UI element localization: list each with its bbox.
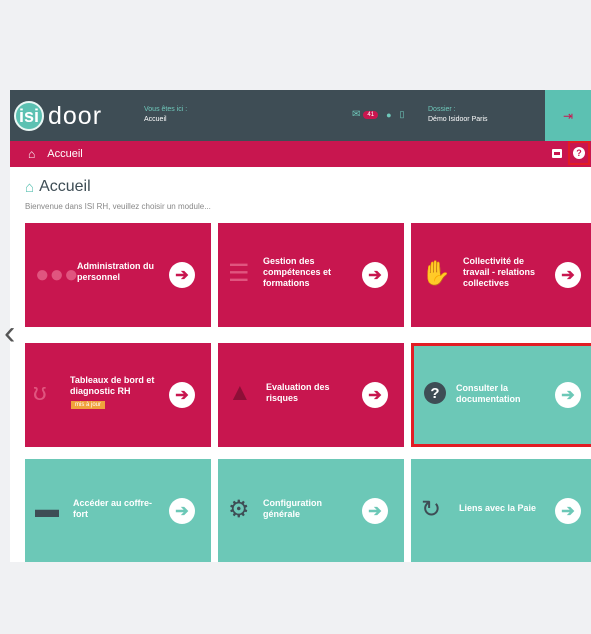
page-title: ⌂ Accueil — [25, 178, 91, 196]
logo-badge: isi — [14, 101, 44, 131]
page-subtitle: Bienvenue dans ISI RH, veuillez choisir … — [25, 202, 211, 211]
location-value: Accueil — [144, 116, 167, 123]
home-icon: ⌂ — [25, 178, 35, 196]
arrow-right-icon: ➔ — [555, 498, 581, 524]
breadcrumb-bar: ⌂ Accueil ? — [10, 141, 591, 167]
message-count-badge: 41 — [363, 110, 379, 119]
logout-icon: ⇥ — [562, 108, 574, 123]
arrow-right-icon: ➔ — [362, 498, 388, 524]
dossier-value: Démo Isidoor Paris — [428, 116, 488, 123]
app-window: isi door Vous êtes ici : Accueil ✉ 41 ● … — [10, 90, 591, 562]
tile-label: Accéder au coffre-fort — [73, 498, 153, 519]
tile-consulter-documentation[interactable]: ? Consulter la documentation ➔ — [411, 343, 591, 447]
tile-label: Liens avec la Paie — [459, 503, 537, 513]
tile-tableaux-de-bord[interactable]: ʊ Tableaux de bord et diagnostic RH mis … — [25, 343, 211, 447]
help-button[interactable]: ? — [568, 141, 590, 165]
tile-liens-paie[interactable]: ↻ Liens avec la Paie ➔ — [411, 459, 591, 562]
tile-administration-personnel[interactable]: ●●● Administration du personnel ➔ — [25, 223, 211, 327]
dossier-info[interactable]: Dossier : Démo Isidoor Paris — [428, 106, 488, 123]
arrow-right-icon: ➔ — [169, 382, 195, 408]
logo-text: door — [48, 101, 103, 130]
folder-icon: ▬ — [35, 496, 59, 523]
page-title-text: Accueil — [39, 178, 91, 195]
tile-label: Administration du personnel — [77, 261, 154, 282]
tile-gestion-competences[interactable]: ☰ Gestion des compétences et formations … — [218, 223, 404, 327]
tile-coffre-fort[interactable]: ▬ Accéder au coffre-fort ➔ — [25, 459, 211, 562]
arrow-right-icon: ➔ — [362, 262, 388, 288]
tile-label: Consulter la documentation — [456, 383, 521, 404]
tile-evaluation-risques[interactable]: ▲ Evaluation des risques ➔ — [218, 343, 404, 447]
arrow-right-icon: ➔ — [169, 498, 195, 524]
dossier-label: Dossier : — [428, 106, 456, 113]
users-icon: ●●● — [35, 261, 79, 288]
logout-button[interactable]: ⇥ — [545, 90, 591, 141]
print-icon[interactable] — [552, 149, 562, 158]
tile-collectivite-travail[interactable]: ✋ Collectivité de travail - relations co… — [411, 223, 591, 327]
stethoscope-icon: ʊ — [33, 379, 47, 406]
tile-label: Configuration générale — [263, 498, 322, 519]
question-icon: ? — [573, 147, 585, 159]
breadcrumb: ⌂ Accueil — [28, 147, 83, 161]
location-label: Vous êtes ici : — [144, 106, 188, 113]
gear-icon: ⚙ — [228, 496, 250, 523]
arrow-right-icon: ➔ — [169, 262, 195, 288]
arrow-right-icon: ➔ — [362, 382, 388, 408]
tile-label: Tableaux de bord et diagnostic RH — [70, 375, 155, 396]
isidoor-logo[interactable]: isi door — [14, 100, 102, 132]
signpost-icon: ☰ — [228, 260, 250, 287]
breadcrumb-label[interactable]: Accueil — [47, 148, 82, 160]
home-icon[interactable]: ⌂ — [28, 147, 35, 161]
header-icons: ✉ 41 ● ▯ — [352, 109, 404, 120]
tile-label: Evaluation des risques — [266, 382, 330, 403]
chevron-left-icon[interactable]: ‹ — [4, 316, 15, 350]
user-icon[interactable]: ● — [386, 110, 391, 120]
location-info: Vous êtes ici : Accueil — [144, 106, 187, 123]
warning-icon: ▲ — [228, 379, 252, 406]
updated-tag: mis à jour — [71, 401, 106, 409]
tile-label: Collectivité de travail - relations coll… — [463, 256, 536, 288]
document-icon[interactable]: ▯ — [400, 109, 405, 120]
envelope-icon[interactable]: ✉ — [352, 109, 360, 120]
refresh-icon: ↻ — [421, 496, 442, 523]
arrow-right-icon: ➔ — [555, 262, 581, 288]
tile-configuration-generale[interactable]: ⚙ Configuration générale ➔ — [218, 459, 404, 562]
top-header: isi door Vous êtes ici : Accueil ✉ 41 ● … — [10, 90, 591, 141]
handshake-icon: ✋ — [421, 260, 451, 287]
tile-label: Gestion des compétences et formations — [263, 256, 332, 288]
arrow-right-icon: ➔ — [555, 382, 581, 408]
question-icon: ? — [424, 382, 446, 404]
